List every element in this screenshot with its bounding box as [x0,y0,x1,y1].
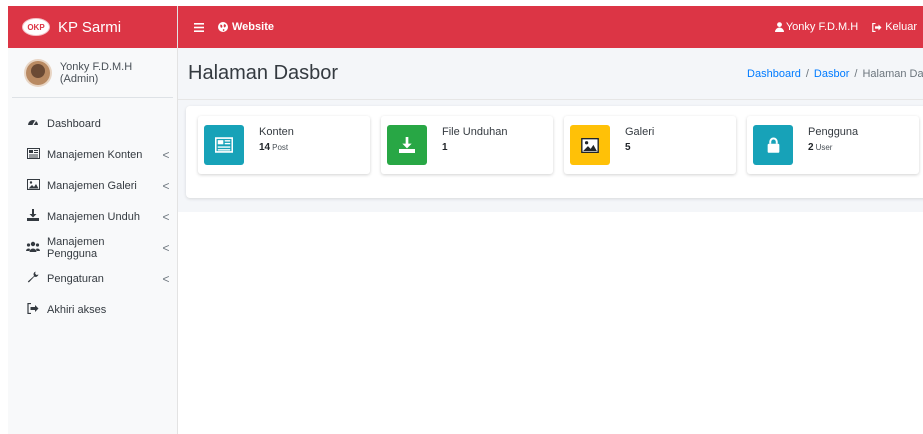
content-wrapper: Halaman Dasbor Dashboard / Dasbor / Halaman … [178,48,923,434]
breadcrumb-dashboard[interactable]: Dashboard [747,68,801,80]
info-box-number: 14 Post [259,141,289,153]
sidebar-nav: Dashboard Manajemen Konten < Manajemen G… [8,98,177,325]
info-box-number: 1 [442,141,448,153]
brand-name: KP Sarmi [58,18,122,36]
brand-link[interactable]: OKP KP Sarmi [8,6,177,48]
info-box-number: 2 User [808,141,833,153]
sidebar-item-label: Manajemen Pengguna [47,235,105,260]
newspaper-icon [204,125,244,165]
sidebar-item-galeri[interactable]: Manajemen Galeri < [8,170,177,201]
wrench-icon [26,271,40,286]
info-box-title: Pengguna [808,125,859,138]
content-header: Halaman Dasbor Dashboard / Dasbor / Halaman … [178,48,923,100]
header-user-name: Yonky F.D.M.H [785,21,859,33]
sidebar: OKP KP Sarmi Yonky F.D.M.H (Admin) Dashb… [8,6,178,434]
info-box-pengguna[interactable]: Pengguna 2 User [747,116,919,174]
brand-logo: OKP [22,18,50,36]
info-box-number: 5 [625,141,631,153]
image-icon [570,125,610,165]
page-title: Halaman Dasbor [188,62,339,84]
sidebar-item-label: Manajemen Konten [47,148,143,161]
hamburger-menu-icon[interactable] [194,20,204,35]
users-icon [26,241,40,255]
chevron-left-icon: < [162,240,170,255]
tachometer-icon [26,116,40,131]
sidebar-item-label: Akhiri akses [47,303,107,316]
sidebar-item-label: Pengaturan [47,272,104,285]
sidebar-item-akhiri-akses[interactable]: Akhiri akses [8,294,177,325]
user-panel[interactable]: Yonky F.D.M.H (Admin) [12,48,173,98]
top-navbar: Website Yonky F.D.M.H Keluar [178,6,923,48]
info-box-title: Galeri [625,125,655,138]
website-link[interactable]: Website [218,21,274,33]
logout-label: Keluar [885,21,917,33]
user-panel-name: Yonky F.D.M.H (Admin) [59,60,133,85]
info-box-unit: Post [272,142,289,152]
download-icon [387,125,427,165]
info-box-file-unduhan[interactable]: File Unduhan 1 [381,116,553,174]
header-user-link[interactable]: Yonky F.D.M.H [774,21,859,33]
globe-icon [218,22,228,32]
info-box-title: Konten [259,125,294,138]
website-label: Website [232,21,274,33]
breadcrumb-separator: / [805,67,809,80]
sidebar-item-label: Manajemen Galeri [47,179,137,192]
stats-card: Konten 14 Post File Unduhan 1 Galeri 5 P… [186,106,923,198]
sidebar-item-konten[interactable]: Manajemen Konten < [8,139,177,170]
info-box-galeri[interactable]: Galeri 5 [564,116,736,174]
logout-button[interactable]: Keluar [872,21,917,33]
content-body [178,212,923,434]
image-icon [26,178,40,193]
sidebar-item-dashboard[interactable]: Dashboard [8,108,177,139]
info-box-konten[interactable]: Konten 14 Post [198,116,370,174]
lock-icon [753,125,793,165]
chevron-left-icon: < [162,271,170,286]
info-box-title: File Unduhan [442,125,508,138]
user-icon [774,22,784,32]
info-box-unit: User [815,142,833,152]
breadcrumb-separator: / [854,67,858,80]
avatar [24,58,52,87]
sidebar-item-label: Manajemen Unduh [47,210,140,223]
chevron-left-icon: < [162,147,170,162]
sign-out-icon [872,22,882,32]
sidebar-item-pengguna[interactable]: Manajemen Pengguna < [8,232,177,263]
download-icon [26,209,40,224]
chevron-left-icon: < [162,178,170,193]
sidebar-item-pengaturan[interactable]: Pengaturan < [8,263,177,294]
sign-out-icon [26,302,40,317]
sidebar-item-label: Dashboard [47,117,101,130]
chevron-left-icon: < [162,209,170,224]
sidebar-item-unduh[interactable]: Manajemen Unduh < [8,201,177,232]
breadcrumb-dasbor[interactable]: Dasbor [814,68,849,80]
breadcrumb-current: Halaman Dasbor [862,67,923,80]
newspaper-icon [26,147,40,162]
navbar-right: Yonky F.D.M.H Keluar [774,21,923,33]
breadcrumb: Dashboard / Dasbor / Halaman Dasbor [747,68,923,80]
